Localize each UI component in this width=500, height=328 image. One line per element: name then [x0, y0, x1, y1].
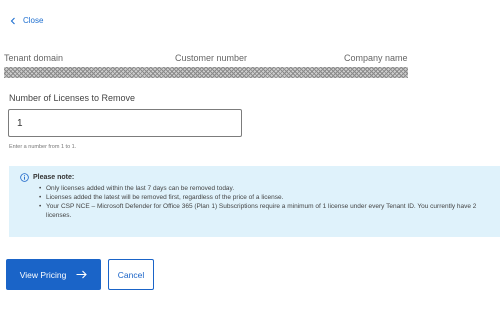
- close-link[interactable]: Close: [9, 16, 43, 25]
- remove-licenses-panel: Close Tenant domain Customer number Comp…: [0, 0, 500, 328]
- licenses-field-hint: Enter a number from 1 to 1.: [9, 144, 77, 150]
- close-label: Close: [23, 16, 44, 25]
- note-title-row: Please note:: [20, 173, 490, 182]
- info-icon: [20, 173, 29, 182]
- licenses-to-remove-input[interactable]: [8, 109, 242, 137]
- licenses-field-label: Number of Licenses to Remove: [9, 93, 136, 103]
- note-title: Please note:: [33, 174, 75, 181]
- note-list: Only licenses added within the last 7 da…: [20, 184, 490, 220]
- chevron-left-icon: [10, 17, 15, 24]
- tenant-domain-header: Tenant domain: [4, 53, 64, 63]
- arrow-right-icon: [76, 270, 88, 279]
- note-banner: Please note: Only licenses added within …: [9, 166, 500, 237]
- note-item: Your CSP NCE – Microsoft Defender for Of…: [39, 202, 490, 220]
- note-item: Only licenses added within the last 7 da…: [39, 184, 490, 193]
- redacted-details-bar: [4, 67, 408, 78]
- cancel-button[interactable]: Cancel: [108, 259, 154, 290]
- company-name-header: Company name: [344, 53, 408, 63]
- view-pricing-label: View Pricing: [19, 269, 67, 280]
- customer-number-header: Customer number: [175, 53, 248, 63]
- note-item: Licenses added the latest will be remove…: [39, 193, 490, 202]
- view-pricing-button[interactable]: View Pricing: [6, 259, 101, 290]
